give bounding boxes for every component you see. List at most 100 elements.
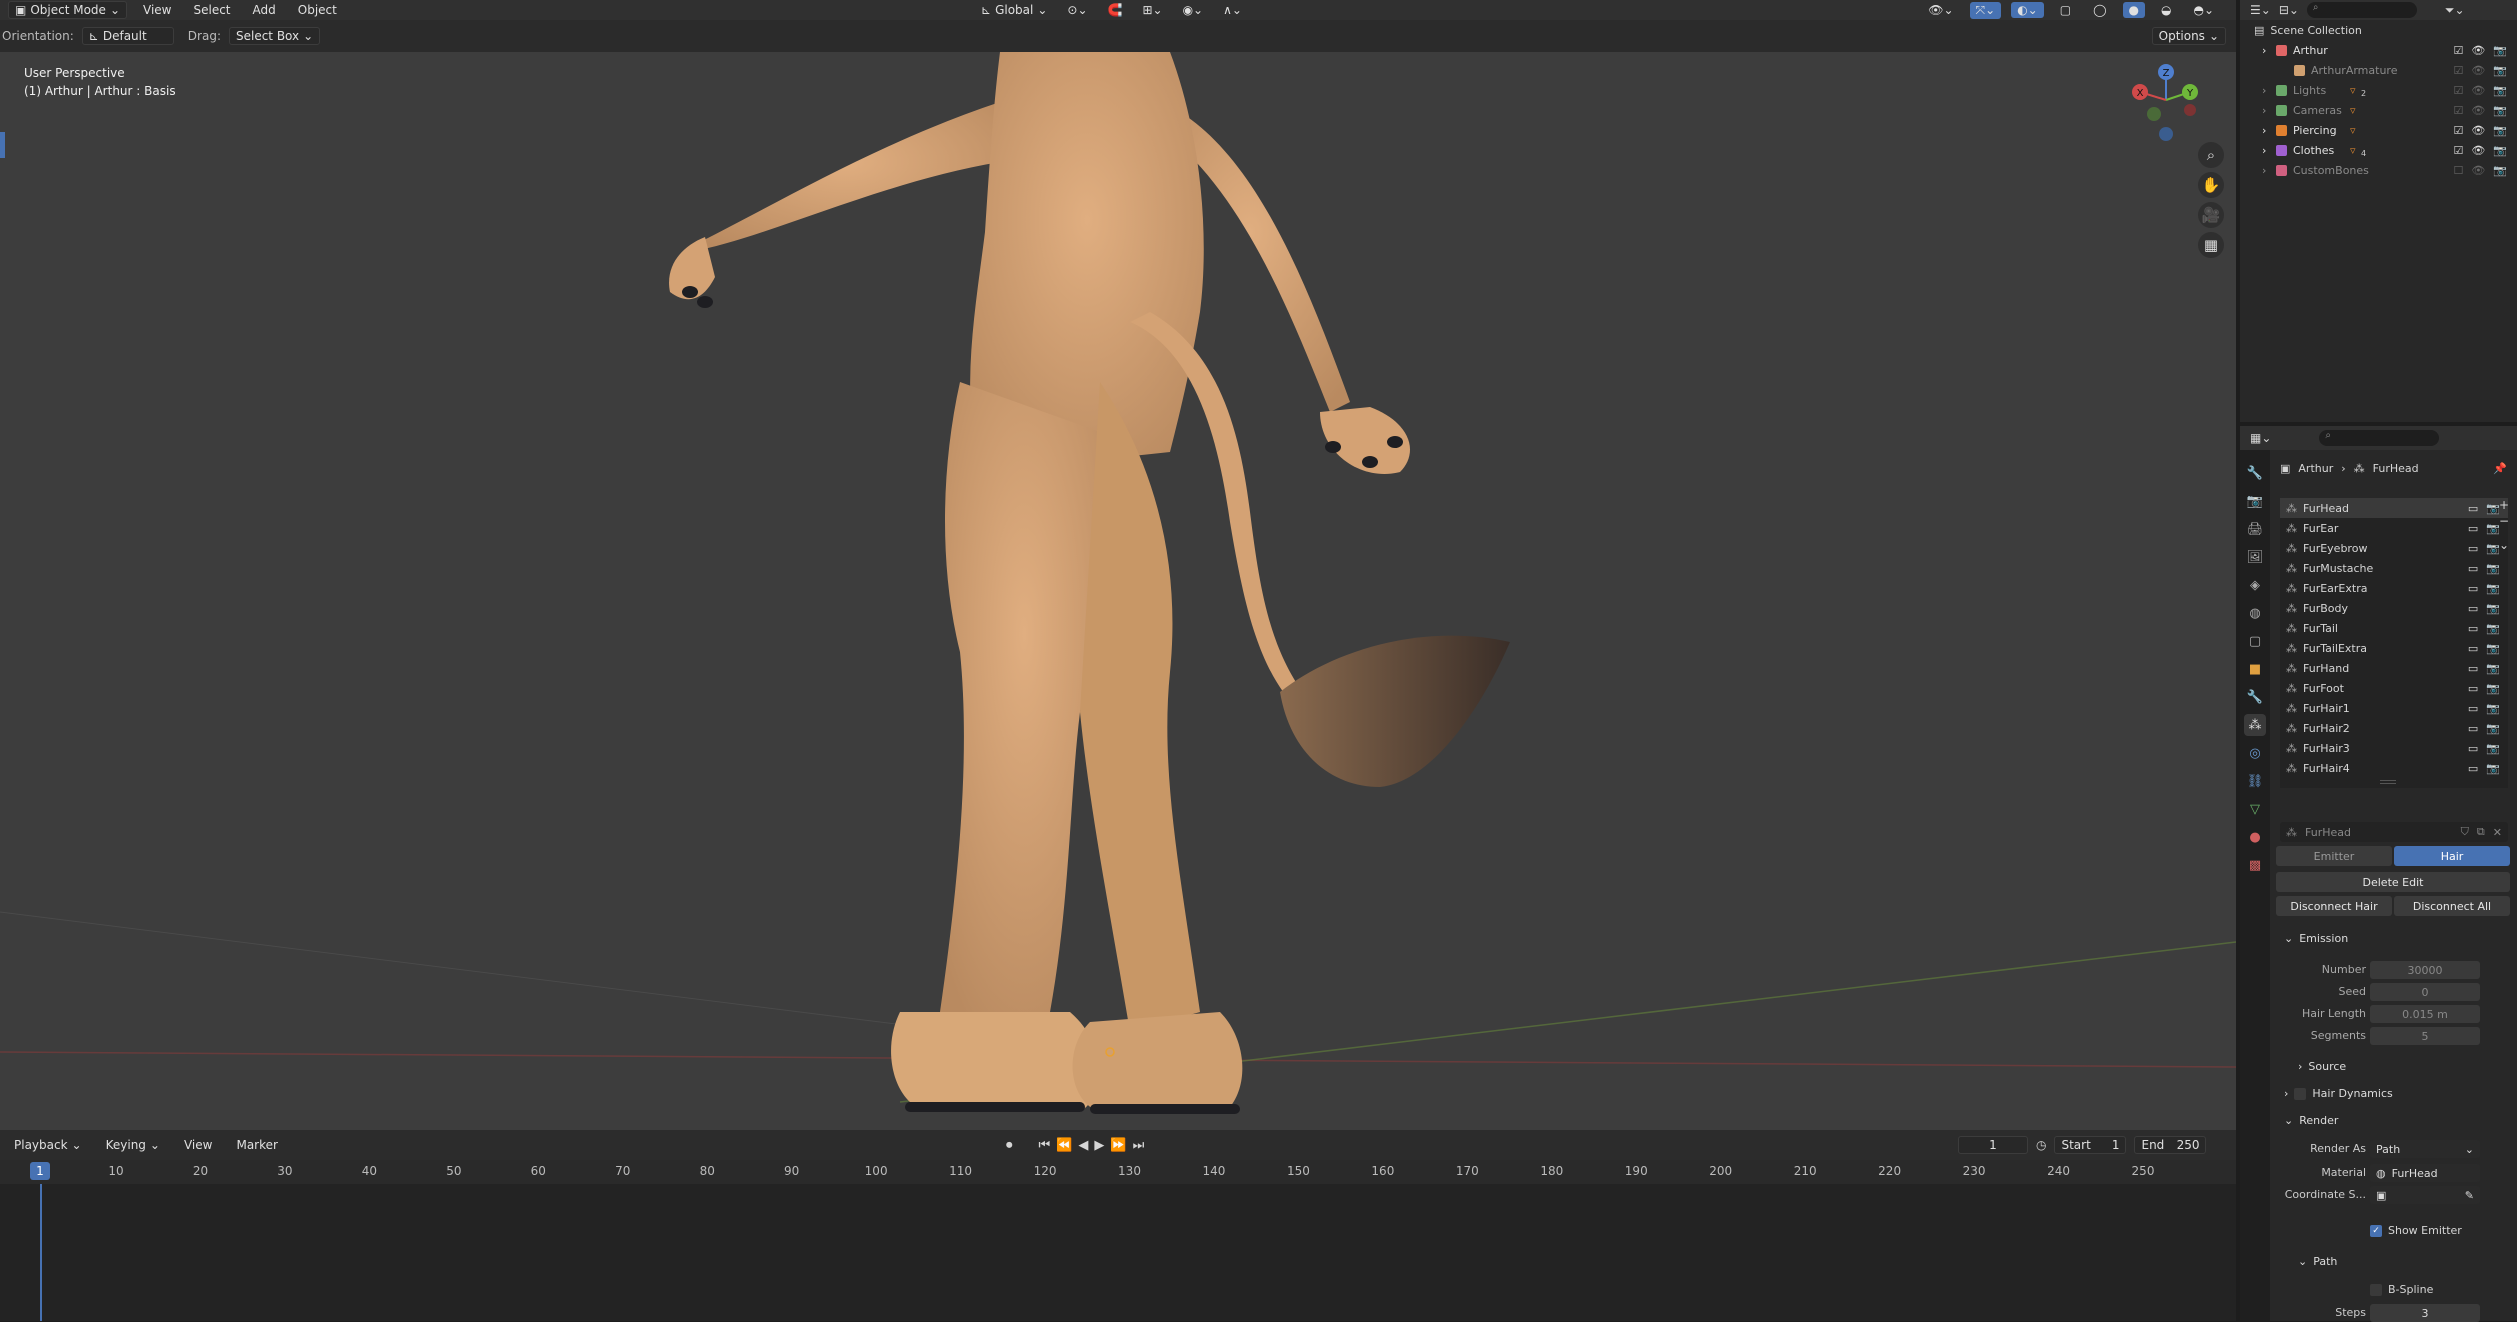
camera-icon[interactable]: 📷	[2493, 44, 2507, 57]
expand-arrow-icon[interactable]: ›	[2262, 104, 2270, 117]
viewport-display-icon[interactable]: ▭	[2468, 642, 2478, 655]
render-panel-header[interactable]: ⌄ Render	[2284, 1114, 2338, 1127]
editor-type-icon[interactable]: ▦⌄	[2250, 431, 2271, 445]
number-field[interactable]: 30000	[2370, 961, 2480, 979]
scene-tab-icon[interactable]: ◈	[2244, 574, 2266, 596]
system-toggles[interactable]: ▭ 📷	[2468, 602, 2500, 615]
particle-system-item[interactable]: ⁂ FurHair1 ▭ 📷	[2280, 698, 2508, 718]
particle-system-item[interactable]: ⁂ FurEar ▭ 📷	[2280, 518, 2508, 538]
modifier-tab-icon[interactable]: 🔧	[2244, 686, 2266, 708]
disconnect-hair-button[interactable]: Disconnect Hair	[2276, 896, 2392, 916]
render-camera-icon[interactable]: 📷	[2486, 742, 2500, 755]
camera-icon[interactable]: 📷	[2493, 64, 2507, 77]
visibility-filter-icon[interactable]: 👁⌄	[1922, 2, 1959, 18]
menu-add[interactable]: Add	[247, 2, 282, 18]
outliner-row[interactable]: › CustomBones ☐ 👁 📷	[2240, 160, 2517, 180]
eye-icon[interactable]: 👁	[2471, 104, 2485, 117]
start-frame-field[interactable]: Start 1	[2054, 1136, 2127, 1154]
exclude-checkbox-icon[interactable]: ☑	[2453, 84, 2463, 97]
properties-search-field[interactable]: ⌕	[2319, 430, 2440, 446]
texture-tab-icon[interactable]: ▩	[2244, 854, 2266, 876]
viewport-display-icon[interactable]: ▭	[2468, 542, 2478, 555]
viewport-display-icon[interactable]: ▭	[2468, 602, 2478, 615]
viewport-display-icon[interactable]: ▭	[2468, 502, 2478, 515]
eye-icon[interactable]: 👁	[2471, 84, 2485, 97]
show-emitter-row[interactable]: ✓ Show Emitter	[2370, 1224, 2462, 1237]
coordinate-system-field[interactable]: ▣ ✎	[2370, 1186, 2480, 1204]
system-toggles[interactable]: ▭ 📷	[2468, 662, 2500, 675]
navigation-gizmo[interactable]: Z Y X	[2120, 58, 2210, 148]
record-icon[interactable]: ⏺	[1006, 1138, 1013, 1153]
visibility-toggles[interactable]: ☑ 👁 📷	[2453, 124, 2507, 137]
visibility-toggles[interactable]: ☑ 👁 📷	[2453, 84, 2507, 97]
emitter-type-button[interactable]: Emitter	[2276, 846, 2392, 866]
physics-tab-icon[interactable]: ◎	[2244, 742, 2266, 764]
viewport-display-icon[interactable]: ▭	[2468, 582, 2478, 595]
exclude-checkbox-icon[interactable]: ☑	[2453, 44, 2463, 57]
particle-system-item[interactable]: ⁂ FurBody ▭ 📷	[2280, 598, 2508, 618]
object-tab-icon[interactable]: ■	[2244, 658, 2266, 680]
system-toggles[interactable]: ▭ 📷	[2468, 582, 2500, 595]
mode-selector[interactable]: ▣ Object Mode ⌄	[8, 1, 127, 19]
particle-system-item[interactable]: ⁂ FurMustache ▭ 📷	[2280, 558, 2508, 578]
chevron-down-icon[interactable]: ⌄	[2499, 538, 2509, 552]
camera-icon[interactable]: 📷	[2493, 104, 2507, 117]
solid-shading-icon[interactable]: ●	[2122, 2, 2145, 18]
camera-icon[interactable]: 📷	[2493, 164, 2507, 177]
hair-dynamics-checkbox[interactable]	[2294, 1087, 2307, 1100]
outliner-row[interactable]: ArthurArmature ☑ 👁 📷	[2240, 60, 2517, 80]
view-layer-tab-icon[interactable]: 🖼	[2244, 546, 2266, 568]
editor-type-icon[interactable]: ☰⌄	[2250, 3, 2271, 17]
eye-icon[interactable]: 👁	[2471, 144, 2485, 157]
particle-system-item[interactable]: ⁂ FurEyebrow ▭ 📷	[2280, 538, 2508, 558]
character-mesh[interactable]	[669, 52, 1510, 1114]
viewport-display-icon[interactable]: ▭	[2468, 662, 2478, 675]
expand-arrow-icon[interactable]: ›	[2262, 124, 2270, 137]
overlays-toggle-icon[interactable]: ◐⌄	[2011, 2, 2044, 18]
collection-tab-icon[interactable]: ▢	[2244, 630, 2266, 652]
system-toggles[interactable]: ▭ 📷	[2468, 622, 2500, 635]
data-tab-icon[interactable]: ▽	[2244, 798, 2266, 820]
exclude-checkbox-icon[interactable]: ☑	[2453, 104, 2463, 117]
material-shading-icon[interactable]: ◒	[2155, 2, 2177, 18]
particle-system-item[interactable]: ⁂ FurHair3 ▭ 📷	[2280, 738, 2508, 758]
duplicate-icon[interactable]: ⧉	[2477, 825, 2485, 839]
clock-icon[interactable]: ◷	[2036, 1138, 2046, 1152]
menu-view[interactable]: View	[137, 2, 177, 18]
menu-object[interactable]: Object	[292, 2, 343, 18]
hair-type-button[interactable]: Hair	[2394, 846, 2510, 866]
jump-end-icon[interactable]: ⏭	[1133, 1138, 1145, 1153]
camera-icon[interactable]: 📷	[2493, 84, 2507, 97]
material-dropdown[interactable]: ◍ FurHead	[2370, 1164, 2480, 1182]
outliner-row[interactable]: › Arthur ☑ 👁 📷	[2240, 40, 2517, 60]
zoom-icon[interactable]: ⌕	[2198, 142, 2224, 168]
system-toggles[interactable]: ▭ 📷	[2468, 562, 2500, 575]
show-emitter-checkbox[interactable]: ✓	[2370, 1224, 2382, 1237]
hair-dynamics-panel-header[interactable]: › Hair Dynamics	[2284, 1087, 2393, 1100]
render-camera-icon[interactable]: 📷	[2486, 522, 2500, 535]
rendered-shading-icon[interactable]: ◓⌄	[2187, 2, 2220, 18]
particle-system-item[interactable]: ⁂ FurFoot ▭ 📷	[2280, 678, 2508, 698]
system-toggles[interactable]: ▭ 📷	[2468, 742, 2500, 755]
bspline-row[interactable]: B-Spline	[2370, 1283, 2433, 1296]
viewport-display-icon[interactable]: ▭	[2468, 522, 2478, 535]
falloff-icon[interactable]: ∧⌄	[1217, 2, 1248, 18]
fake-user-icon[interactable]: ⛉	[2461, 825, 2469, 839]
render-camera-icon[interactable]: 📷	[2486, 702, 2500, 715]
prev-keyframe-icon[interactable]: ⏪	[1056, 1138, 1072, 1153]
3d-viewport[interactable]: User Perspective (1) Arthur | Arthur : B…	[0, 52, 2236, 1130]
camera-icon[interactable]: 📷	[2493, 124, 2507, 137]
render-camera-icon[interactable]: 📷	[2486, 502, 2500, 515]
particle-system-item[interactable]: ⁂ FurHair4 ▭ 📷	[2280, 758, 2508, 778]
add-icon[interactable]: +	[2499, 498, 2509, 512]
particle-system-item[interactable]: ⁂ FurTail ▭ 📷	[2280, 618, 2508, 638]
eyedropper-icon[interactable]: ✎	[2465, 1189, 2474, 1202]
render-camera-icon[interactable]: 📷	[2486, 582, 2500, 595]
proportional-edit-button[interactable]: ◉⌄	[1177, 2, 1210, 18]
tool-tab-icon[interactable]: 🔧	[2244, 462, 2266, 484]
constraints-tab-icon[interactable]: ⛓	[2244, 770, 2266, 792]
visibility-toggles[interactable]: ☑ 👁 📷	[2453, 144, 2507, 157]
close-icon[interactable]: ✕	[2493, 826, 2502, 839]
emission-panel-header[interactable]: ⌄ Emission	[2284, 932, 2348, 945]
visibility-toggles[interactable]: ☑ 👁 📷	[2453, 64, 2507, 77]
